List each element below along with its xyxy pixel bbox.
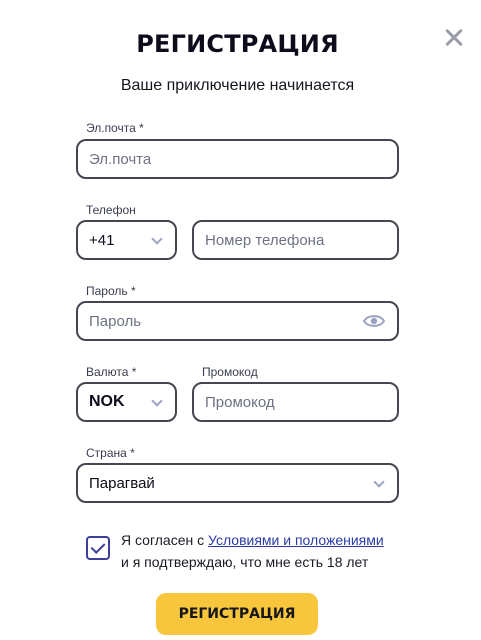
register-button[interactable]: РЕГИСТРАЦИЯ [156, 593, 318, 635]
phone-label: Телефон [86, 203, 136, 217]
email-label: Эл.почта * [86, 121, 144, 135]
terms-checkbox[interactable] [86, 536, 110, 560]
currency-select[interactable]: NOK [76, 382, 177, 422]
currency-value: NOK [89, 393, 125, 410]
phone-number-placeholder: Номер телефона [205, 231, 325, 249]
chevron-down-icon [151, 233, 163, 245]
terms-link[interactable]: Условиями и положениями [208, 532, 384, 548]
email-placeholder: Эл.почта [89, 150, 152, 168]
page-subtitle: Ваше приключение начинается [120, 77, 355, 94]
terms-prefix: Я согласен с [121, 532, 208, 548]
page-title: РЕГИСТРАЦИЯ [136, 30, 339, 58]
password-placeholder: Пароль [89, 312, 142, 330]
phone-code-value: +41 [89, 231, 115, 249]
currency-label: Валюта * [86, 365, 137, 379]
password-field[interactable]: Пароль [76, 301, 399, 341]
country-select[interactable]: Парагвай [76, 463, 399, 503]
phone-code-select[interactable]: +41 [76, 220, 177, 260]
chevron-down-icon [373, 476, 385, 488]
phone-number-field[interactable]: Номер телефона [192, 220, 399, 260]
promo-placeholder: Промокод [205, 393, 275, 411]
email-field[interactable]: Эл.почта [76, 139, 399, 179]
password-label: Пароль * [86, 284, 136, 298]
country-label: Страна * [86, 446, 135, 460]
terms-text: Я согласен с Условиями и положениями и я… [121, 529, 461, 573]
promo-label: Промокод [202, 365, 258, 379]
eye-icon[interactable] [363, 313, 385, 329]
terms-suffix: и я подтверждаю, что мне есть 18 лет [121, 554, 369, 570]
country-value: Парагвай [89, 474, 155, 492]
chevron-down-icon [151, 395, 163, 407]
promo-field[interactable]: Промокод [192, 382, 399, 422]
